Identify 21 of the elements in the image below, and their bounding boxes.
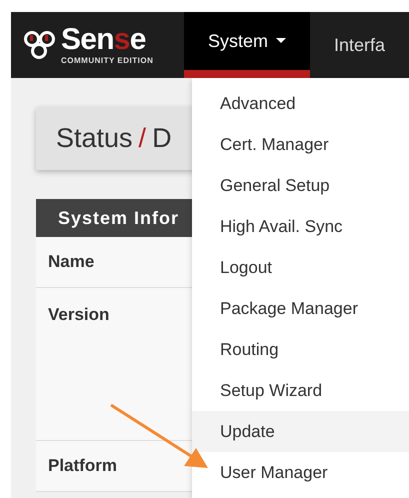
- nav-tab[interactable]: System: [184, 12, 310, 78]
- row-label: Version: [48, 304, 110, 326]
- menu-item[interactable]: Routing: [192, 329, 409, 370]
- menu-item[interactable]: General Setup: [192, 165, 409, 206]
- menu-item[interactable]: Logout: [192, 247, 409, 288]
- nav-tab[interactable]: Interfa: [310, 12, 409, 78]
- menu-item[interactable]: Cert. Manager: [192, 124, 409, 165]
- row-label: Name: [48, 251, 94, 274]
- menu-item[interactable]: User Manager: [192, 452, 409, 493]
- logo-icon: [23, 30, 57, 60]
- logo[interactable]: Sense COMMUNITY EDITION: [11, 12, 184, 78]
- logo-subtitle: COMMUNITY EDITION: [61, 57, 154, 65]
- menu-item[interactable]: Update: [192, 411, 409, 452]
- panel-title: System Infor: [58, 206, 180, 230]
- menu-item[interactable]: Package Manager: [192, 288, 409, 329]
- menu-item[interactable]: Setup Wizard: [192, 370, 409, 411]
- logo-wordmark: Sense: [61, 25, 147, 55]
- row-label: Platform: [48, 455, 117, 478]
- breadcrumb: Status / D: [56, 122, 172, 156]
- menu-item[interactable]: High Avail. Sync: [192, 206, 409, 247]
- menu-item[interactable]: Advanced: [192, 83, 409, 124]
